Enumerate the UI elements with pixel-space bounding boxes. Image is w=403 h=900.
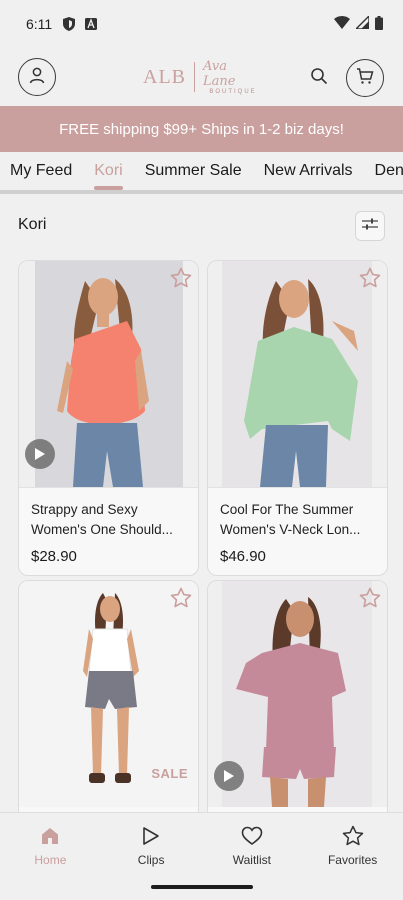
gesture-handle[interactable] [151, 885, 253, 889]
product-title-line: Women's One Should... [31, 522, 173, 537]
tab-label: Kori [94, 162, 123, 179]
product-photo [222, 261, 372, 487]
search-button[interactable] [305, 64, 333, 92]
battery-icon [375, 15, 383, 33]
nav-label: Favorites [327, 853, 378, 867]
logo-divider [194, 62, 195, 92]
nav-label: Clips [137, 853, 165, 867]
product-card[interactable]: Strappy and Sexy Women's One Should... $… [18, 260, 199, 576]
sale-badge: SALE [151, 766, 188, 781]
tab-kori[interactable]: Kori [94, 152, 124, 190]
nav-favorites[interactable]: Favorites [302, 813, 403, 900]
tab-label: My Feed [10, 162, 73, 179]
status-time: 6:11 [26, 16, 53, 32]
product-title-line: Strappy and Sexy [31, 502, 138, 517]
product-card[interactable] [207, 580, 388, 820]
nav-label: Home [34, 853, 67, 867]
brand-logo[interactable]: ALB Ava Lane BOUTIQUE [143, 58, 263, 96]
logo-monogram: ALB [143, 65, 186, 88]
product-image[interactable] [208, 261, 387, 487]
promo-text: FREE shipping $99+ Ships in 1-2 biz days… [59, 120, 344, 138]
product-title-line: Cool For The Summer [220, 502, 354, 517]
shield-icon [62, 17, 76, 31]
tab-my-feed[interactable]: My Feed [10, 152, 72, 190]
product-image[interactable] [208, 581, 387, 807]
tab-new-arrivals[interactable]: New Arrivals [264, 152, 353, 190]
sliders-icon [362, 217, 378, 236]
favorite-star-icon[interactable] [170, 267, 192, 289]
favorite-star-icon[interactable] [170, 587, 192, 609]
tab-label: Summer Sale [144, 162, 242, 179]
home-icon [39, 825, 61, 847]
logo-subtitle: BOUTIQUE [209, 89, 257, 95]
play-video-icon[interactable] [25, 439, 55, 469]
product-card[interactable]: Cool For The Summer Women's V-Neck Lon..… [207, 260, 388, 576]
play-icon [140, 825, 162, 847]
play-video-icon[interactable] [214, 761, 244, 791]
promo-banner[interactable]: FREE shipping $99+ Ships in 1-2 biz days… [0, 106, 403, 152]
search-icon [310, 67, 328, 90]
product-title-line: Women's V-Neck Lon... [220, 522, 361, 537]
app-header: ALB Ava Lane BOUTIQUE [0, 48, 403, 106]
logo-name: Ava Lane [202, 59, 236, 89]
account-button[interactable] [18, 58, 56, 96]
nav-home[interactable]: Home [0, 813, 101, 900]
product-price: $28.90 [31, 548, 77, 565]
product-card[interactable]: SALE [18, 580, 199, 820]
favorite-star-icon[interactable] [359, 267, 381, 289]
nav-label: Waitlist [232, 853, 271, 867]
tab-label: Denim [374, 162, 403, 179]
product-title[interactable]: Cool For The Summer Women's V-Neck Lon..… [220, 500, 375, 540]
product-title[interactable]: Strappy and Sexy Women's One Should... [31, 500, 186, 540]
section-header: Kori [0, 208, 403, 242]
product-image[interactable]: SALE [19, 581, 198, 807]
product-info: Cool For The Summer Women's V-Neck Lon..… [208, 487, 387, 575]
signal-icon [354, 14, 370, 32]
tab-label: New Arrivals [263, 162, 353, 179]
filter-button[interactable] [355, 211, 385, 241]
tabs-divider [0, 190, 403, 194]
user-icon [28, 66, 46, 89]
wifi-icon [334, 16, 350, 32]
product-price: $46.90 [220, 548, 266, 565]
product-info: Strappy and Sexy Women's One Should... $… [19, 487, 198, 575]
section-title: Kori [18, 216, 47, 233]
category-tabs: My Feed Kori Summer Sale New Arrivals De… [0, 152, 403, 190]
notification-app-icon [84, 17, 98, 31]
cart-button[interactable] [346, 59, 384, 97]
tab-denim[interactable]: Denim [375, 152, 403, 190]
heart-icon [241, 825, 263, 847]
cart-icon [356, 67, 374, 90]
favorite-star-icon[interactable] [359, 587, 381, 609]
star-icon [342, 825, 364, 847]
tab-summer-sale[interactable]: Summer Sale [145, 152, 242, 190]
status-bar: 6:11 [0, 0, 403, 48]
product-image[interactable] [19, 261, 198, 487]
